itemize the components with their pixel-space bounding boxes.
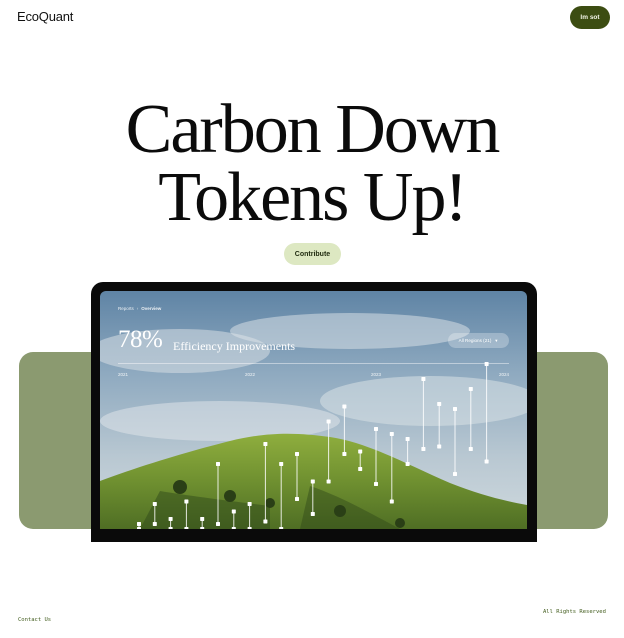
hero-title-line-2: Tokens Up! (158, 159, 468, 236)
range-marker-top (279, 462, 284, 466)
range-marker-bottom (200, 527, 205, 529)
range-marker-bottom (152, 522, 157, 526)
range-marker-bottom (263, 519, 268, 524)
range-marker-top (484, 362, 489, 366)
range-marker-top (437, 402, 442, 406)
range-marker-bottom (279, 527, 284, 529)
range-marker-bottom (421, 447, 426, 451)
range-marker-top (168, 517, 173, 521)
range-marker-bottom (374, 482, 378, 486)
range-marker-bottom (358, 467, 363, 471)
range-marker-top (374, 427, 378, 431)
range-marker-top (137, 522, 141, 526)
copyright-text: All Rights Reserved (543, 609, 606, 615)
range-marker-bottom (184, 527, 189, 529)
range-marker-bottom (310, 512, 315, 516)
range-marker-top (421, 377, 426, 381)
range-marker-bottom (137, 527, 141, 529)
range-marker-top (263, 442, 268, 446)
range-marker-top (152, 502, 157, 506)
brand-logo[interactable]: EcoQuant (17, 9, 73, 24)
hero-title: Carbon Down Tokens Up! (0, 91, 624, 236)
contact-link[interactable]: Contact Us (18, 617, 51, 623)
range-marker-bottom (437, 444, 442, 449)
dashboard-screen: Reports › Overview 78% Efficiency Improvem… (100, 291, 527, 529)
range-marker-bottom (216, 522, 220, 526)
range-marker-bottom (326, 479, 331, 484)
header-button[interactable]: Im sot (570, 6, 610, 29)
range-marker-top (310, 479, 315, 484)
range-marker-top (468, 387, 473, 391)
range-marker-bottom (247, 527, 252, 529)
range-marker-bottom (389, 499, 394, 504)
range-marker-bottom (468, 447, 473, 451)
range-marker-bottom (168, 527, 173, 529)
range-marker-top (342, 404, 347, 409)
contribute-button[interactable]: Contribute (284, 243, 341, 265)
range-marker-top (389, 432, 394, 436)
range-marker-top (405, 437, 410, 441)
range-marker-bottom (295, 497, 299, 501)
range-marker-top (295, 452, 299, 456)
range-marker-bottom (405, 462, 410, 466)
range-marker-bottom (231, 527, 236, 529)
range-marker-top (200, 517, 205, 521)
range-marker-top (216, 462, 220, 466)
range-marker-top (231, 509, 236, 514)
range-marker-top (326, 419, 331, 424)
range-marker-top (453, 407, 457, 411)
range-marker-top (184, 499, 189, 504)
range-marker-bottom (342, 452, 347, 456)
hero-title-line-1: Carbon Down (125, 91, 501, 168)
range-marker-bottom (453, 472, 457, 476)
range-marker-top (247, 502, 252, 506)
range-chart (137, 362, 489, 529)
range-marker-bottom (484, 459, 489, 464)
range-marker-top (358, 449, 363, 454)
